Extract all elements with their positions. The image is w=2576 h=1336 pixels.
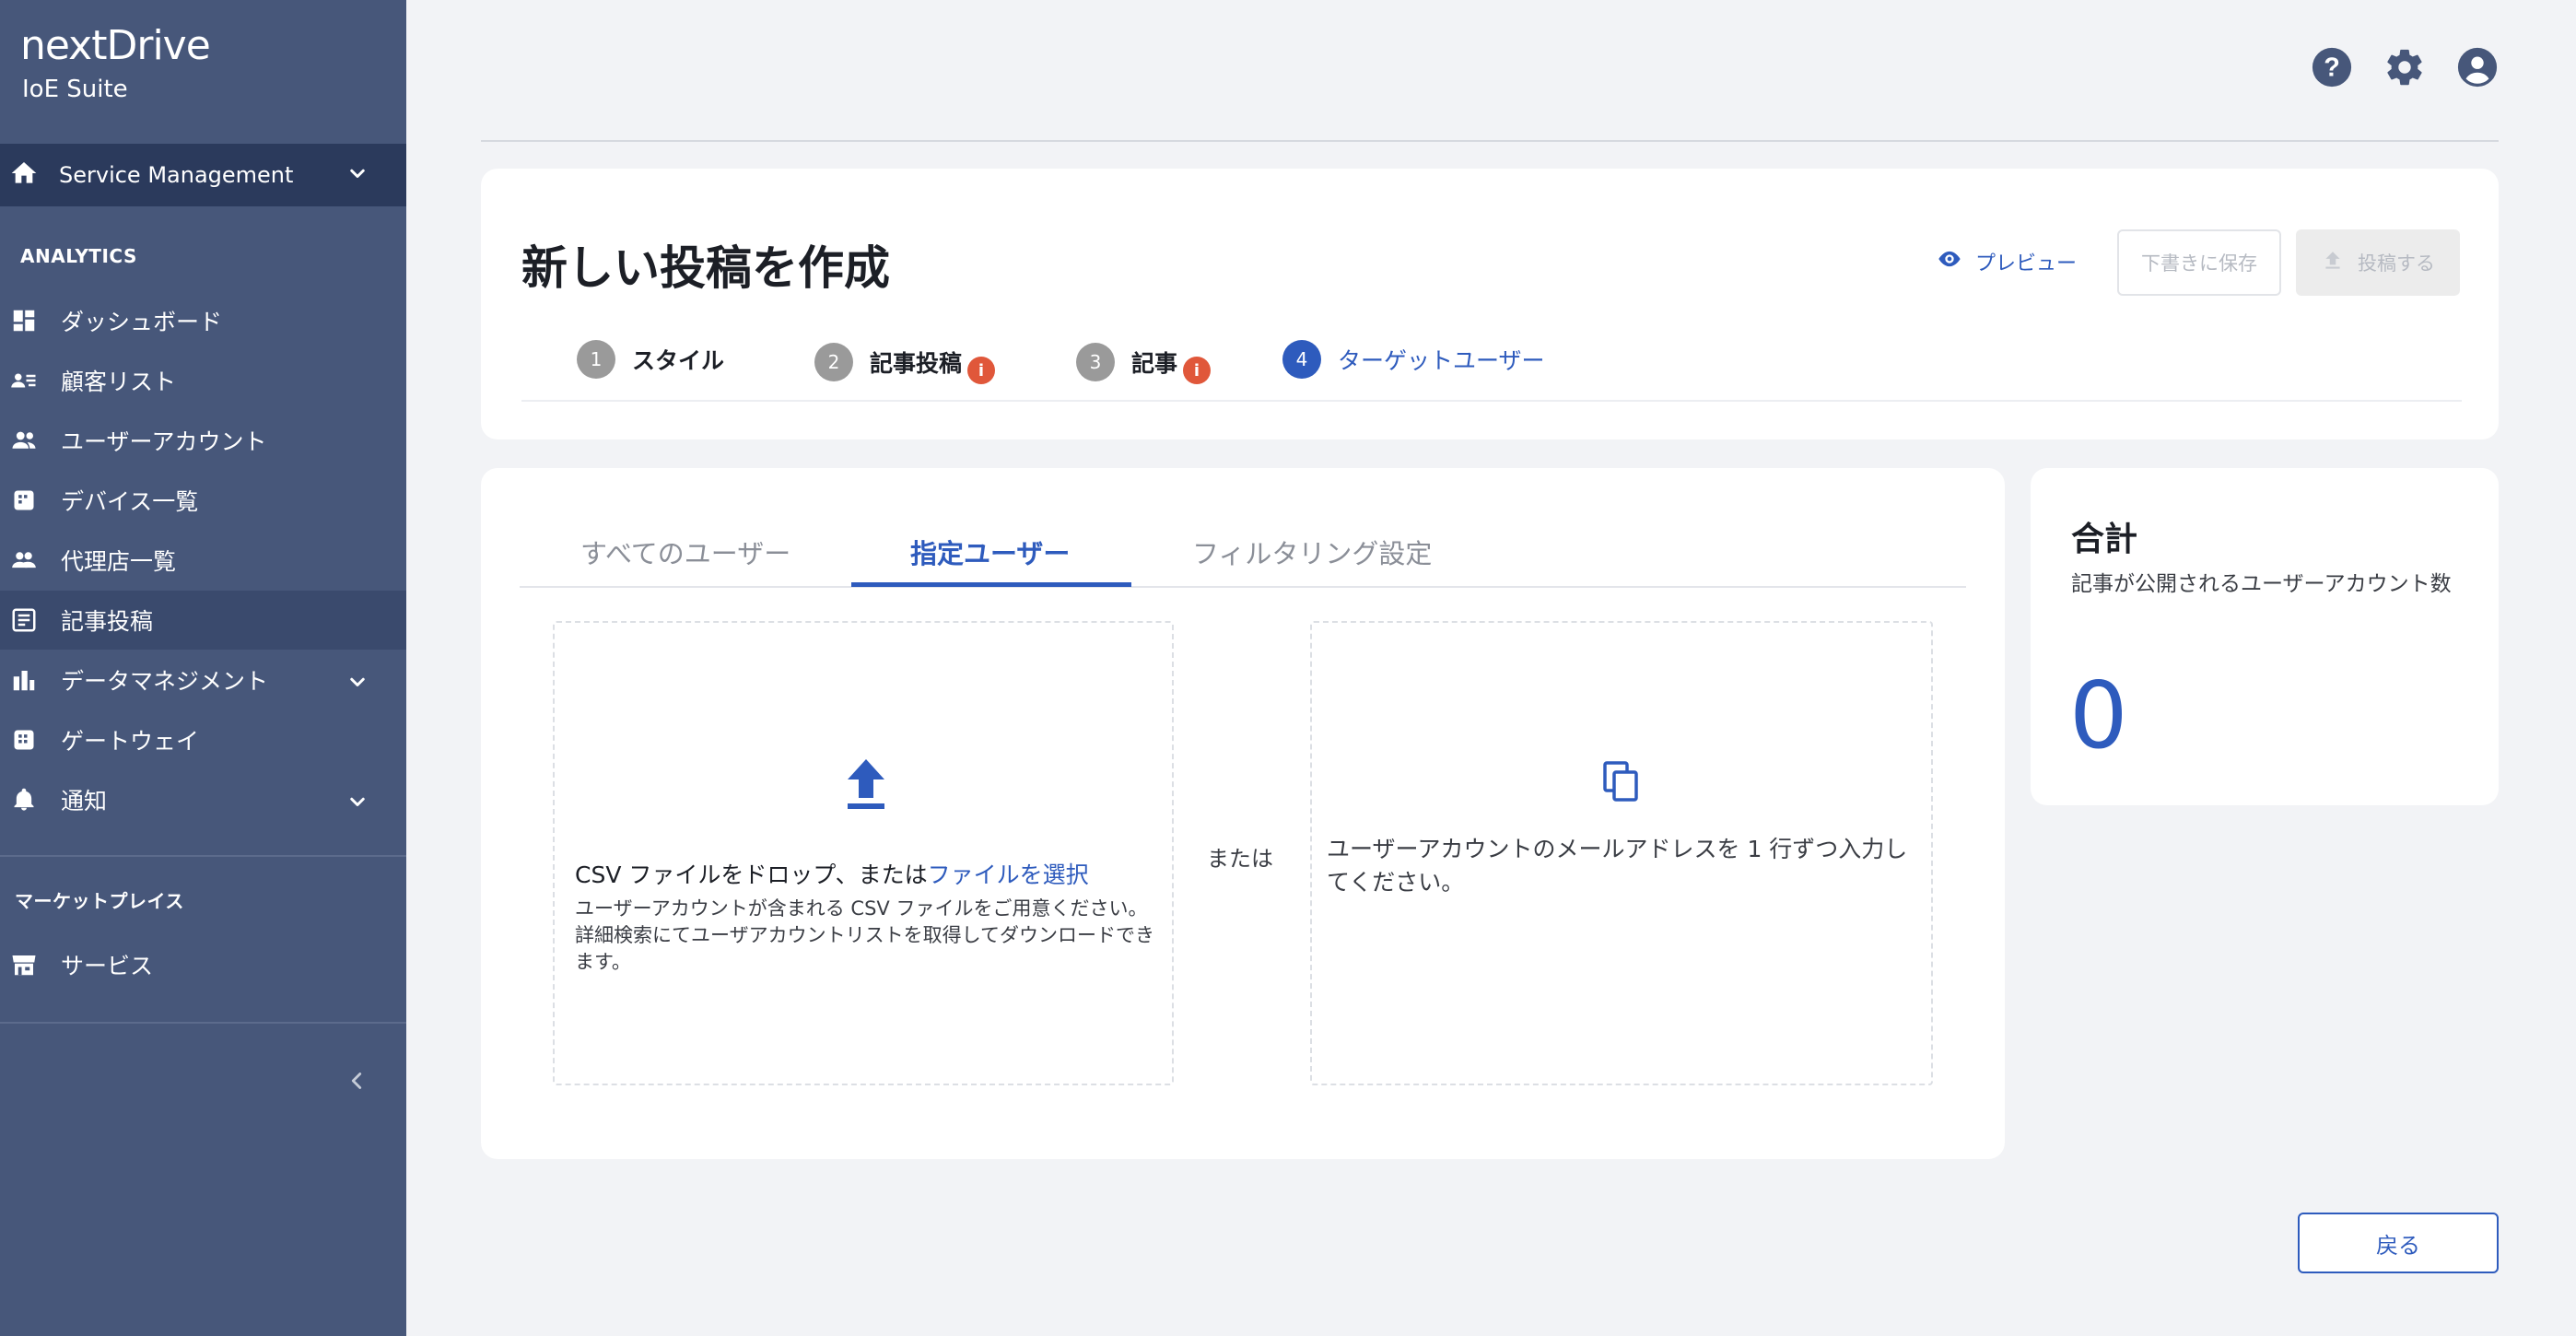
- agency-icon: [9, 545, 39, 575]
- analytics-section-title: ANALYTICS: [20, 245, 137, 267]
- or-separator: または: [1207, 846, 1273, 872]
- app-logo: nextDrive: [20, 22, 211, 69]
- step-label: 記事投稿: [870, 350, 963, 377]
- drop-text: CSV ファイルをドロップ、または: [575, 861, 928, 888]
- settings-button[interactable]: [2383, 46, 2426, 88]
- help-button[interactable]: ?: [2311, 46, 2353, 88]
- gateway-icon: [9, 725, 39, 755]
- active-tab-indicator: [851, 582, 1131, 587]
- step-number: 1: [577, 340, 615, 379]
- bar-chart-icon: [9, 665, 39, 695]
- sidebar-item-devices[interactable]: デバイス一覧: [0, 471, 406, 530]
- drop-instructions: CSV ファイルをドロップ、またはファイルを選択: [575, 857, 1089, 890]
- total-count: 0: [2069, 662, 2128, 769]
- email-help-text: ユーザーアカウントのメールアドレスを 1 行ずつ入力してください。: [1327, 836, 1908, 896]
- csv-drop-zone[interactable]: CSV ファイルをドロップ、またはファイルを選択 ユーザーアカウントが含まれる …: [553, 621, 1174, 1085]
- help-icon: ?: [2311, 47, 2353, 92]
- gear-icon: [2383, 49, 2426, 92]
- sidebar-item-notifications[interactable]: 通知: [0, 770, 406, 829]
- service-management-dropdown[interactable]: Service Management: [0, 144, 406, 206]
- chevron-down-icon: [344, 789, 371, 822]
- header-divider: [481, 140, 2499, 142]
- article-icon: [9, 605, 39, 635]
- back-button[interactable]: 戻る: [2298, 1213, 2499, 1273]
- total-description: 記事が公開されるユーザーアカウント数: [2071, 572, 2452, 596]
- service-management-label: Service Management: [59, 162, 294, 188]
- sidebar-item-data-management[interactable]: データマネジメント: [0, 650, 406, 709]
- select-file-link[interactable]: ファイルを選択: [928, 861, 1089, 888]
- eye-icon: [1937, 246, 1962, 277]
- copy-icon: [1603, 761, 1640, 803]
- page-title: 新しい投稿を作成: [521, 241, 890, 295]
- sidebar-item-label: 記事投稿: [61, 608, 154, 635]
- suite-name: IoE Suite: [22, 76, 128, 103]
- step-label: 記事: [1131, 350, 1178, 377]
- tab-all-users[interactable]: すべてのユーザー: [580, 533, 790, 571]
- sidebar-item-label: 顧客リスト: [61, 369, 177, 395]
- step-style[interactable]: 1 スタイル: [577, 340, 724, 379]
- step-number: 4: [1282, 340, 1321, 379]
- post-header-card: 新しい投稿を作成 プレビュー 下書きに保存 投稿する 1 スタイル 2 記事投稿…: [481, 169, 2499, 439]
- warning-icon: i: [967, 357, 996, 384]
- steps-divider: [521, 400, 2462, 402]
- users-icon: [9, 426, 39, 455]
- tab-specified-users[interactable]: 指定ユーザー: [910, 533, 1070, 571]
- preview-button[interactable]: プレビュー: [1937, 246, 2077, 277]
- sidebar-item-label: サービス: [61, 953, 154, 979]
- chevron-left-icon: [343, 1072, 370, 1098]
- sidebar-item-agencies[interactable]: 代理店一覧: [0, 531, 406, 590]
- total-title: 合計: [2071, 521, 2138, 558]
- sidebar: nextDrive IoE Suite Service Management A…: [0, 0, 406, 1336]
- upload-icon: [844, 757, 888, 813]
- svg-text:?: ?: [2324, 53, 2340, 83]
- device-icon: [9, 486, 39, 515]
- bell-icon: [9, 785, 39, 814]
- upload-icon: [2321, 249, 2345, 277]
- warning-icon: i: [1183, 357, 1212, 384]
- tab-filter-settings[interactable]: フィルタリング設定: [1192, 533, 1432, 571]
- marketplace-section-title: マーケットプレイス: [15, 890, 184, 912]
- chevron-down-icon: [344, 160, 371, 192]
- total-card: 合計 記事が公開されるユーザーアカウント数 0: [2031, 468, 2499, 805]
- account-icon: [2456, 47, 2499, 92]
- drop-help-text: ユーザーアカウントが含まれる CSV ファイルをご用意ください。詳細検索にてユー…: [575, 897, 1154, 973]
- collapse-sidebar-button[interactable]: [343, 1067, 370, 1095]
- sidebar-item-article-post[interactable]: 記事投稿: [0, 591, 406, 650]
- post-button[interactable]: 投稿する: [2296, 229, 2460, 296]
- step-article[interactable]: 3 記事 i: [1076, 340, 1212, 384]
- sidebar-item-label: 通知: [61, 788, 108, 814]
- step-number: 3: [1076, 343, 1115, 381]
- account-button[interactable]: [2456, 46, 2499, 88]
- step-article-post[interactable]: 2 記事投稿 i: [814, 340, 996, 384]
- preview-label: プレビュー: [1975, 252, 2078, 275]
- sidebar-item-gateway[interactable]: ゲートウェイ: [0, 710, 406, 769]
- home-icon: [9, 158, 39, 192]
- sidebar-item-services[interactable]: サービス: [0, 935, 406, 994]
- sidebar-item-label: データマネジメント: [61, 668, 269, 695]
- target-users-card: すべてのユーザー 指定ユーザー フィルタリング設定 CSV ファイルをドロップ、…: [481, 468, 2005, 1159]
- sidebar-item-customers[interactable]: 顧客リスト: [0, 351, 406, 410]
- tabs-divider: [520, 586, 1966, 588]
- step-number: 2: [814, 343, 853, 381]
- email-input-area[interactable]: ユーザーアカウントのメールアドレスを 1 行ずつ入力してください。: [1310, 621, 1933, 1085]
- sidebar-divider: [0, 855, 406, 857]
- step-target-users[interactable]: 4 ターゲットユーザー: [1282, 340, 1545, 379]
- sidebar-item-user-accounts[interactable]: ユーザーアカウント: [0, 411, 406, 470]
- sidebar-divider: [0, 1022, 406, 1024]
- chevron-down-icon: [344, 669, 371, 702]
- step-label: ターゲットユーザー: [1338, 347, 1545, 374]
- sidebar-item-label: ゲートウェイ: [61, 728, 200, 755]
- sidebar-item-dashboard[interactable]: ダッシュボード: [0, 291, 406, 350]
- post-label: 投稿する: [2358, 252, 2435, 275]
- sidebar-item-label: ダッシュボード: [61, 309, 223, 335]
- store-icon: [9, 950, 39, 979]
- sidebar-item-label: ユーザーアカウント: [61, 428, 267, 455]
- dashboard-icon: [9, 306, 39, 335]
- sidebar-item-label: デバイス一覧: [61, 488, 199, 515]
- step-label: スタイル: [632, 347, 725, 374]
- customer-list-icon: [9, 366, 39, 395]
- save-draft-button[interactable]: 下書きに保存: [2117, 229, 2281, 296]
- sidebar-item-label: 代理店一覧: [61, 548, 177, 575]
